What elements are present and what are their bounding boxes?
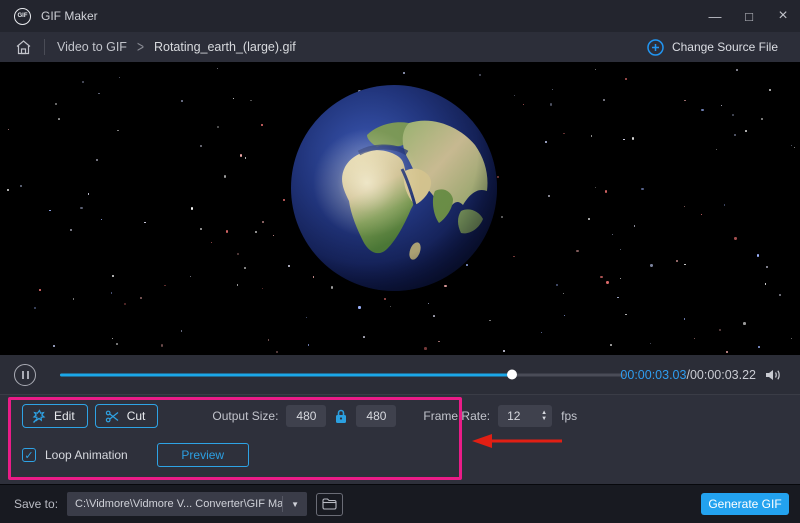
change-source-file-button[interactable]: Change Source File bbox=[647, 39, 778, 56]
gif-maker-window: GIF GIF Maker — □ × Video to GIF > Rotat… bbox=[0, 0, 800, 523]
footer-bar: Save to: C:\Vidmore\Vidmore V... Convert… bbox=[0, 484, 800, 523]
app-logo-icon: GIF bbox=[14, 8, 31, 25]
time-display: 00:00:03.03/00:00:03.22 bbox=[620, 368, 756, 382]
folder-icon bbox=[322, 498, 337, 510]
slider-progress bbox=[60, 373, 512, 376]
save-path-value[interactable]: C:\Vidmore\Vidmore V... Converter\GIF Ma… bbox=[67, 498, 282, 510]
lock-aspect-icon[interactable] bbox=[335, 409, 347, 424]
close-button[interactable]: × bbox=[766, 7, 800, 25]
seek-slider[interactable] bbox=[60, 369, 625, 380]
generate-gif-button[interactable]: Generate GIF bbox=[701, 493, 789, 515]
output-size-label: Output Size: bbox=[212, 409, 278, 423]
current-time: 00:00:03.03 bbox=[620, 368, 686, 382]
path-dropdown-icon[interactable]: ▼ bbox=[283, 500, 307, 509]
volume-icon[interactable] bbox=[764, 367, 782, 383]
loop-animation-checkbox[interactable]: ✓ bbox=[22, 448, 36, 462]
save-to-label: Save to: bbox=[14, 497, 58, 511]
total-time: 00:00:03.22 bbox=[690, 368, 756, 382]
edit-button[interactable]: Edit bbox=[22, 404, 88, 428]
preview-button[interactable]: Preview bbox=[157, 443, 249, 467]
plus-circle-icon bbox=[647, 39, 664, 56]
cut-label: Cut bbox=[127, 409, 146, 423]
breadcrumb-bar: Video to GIF > Rotating_earth_(large).gi… bbox=[0, 32, 800, 62]
open-folder-button[interactable] bbox=[316, 493, 343, 516]
breadcrumb-divider bbox=[44, 39, 45, 55]
cut-button[interactable]: Cut bbox=[95, 404, 159, 428]
home-icon[interactable] bbox=[15, 39, 32, 56]
breadcrumb-filename: Rotating_earth_(large).gif bbox=[154, 40, 296, 54]
app-title: GIF Maker bbox=[41, 9, 98, 23]
scissors-icon bbox=[105, 409, 120, 424]
frame-rate-label: Frame Rate: bbox=[423, 409, 490, 423]
checkmark-icon: ✓ bbox=[24, 449, 33, 462]
change-source-file-label: Change Source File bbox=[672, 40, 778, 54]
pause-button[interactable] bbox=[14, 364, 36, 386]
breadcrumb-section[interactable]: Video to GIF bbox=[57, 40, 127, 54]
frame-rate-input[interactable]: 12 bbox=[498, 405, 536, 427]
player-controls-bar: 00:00:03.03/00:00:03.22 bbox=[0, 355, 800, 395]
app-logo-text: GIF bbox=[18, 13, 28, 19]
output-width-input[interactable]: 480 bbox=[286, 405, 326, 427]
magic-wand-icon bbox=[32, 409, 47, 424]
red-arrow-annotation bbox=[466, 431, 568, 451]
output-height-input[interactable]: 480 bbox=[356, 405, 396, 427]
slider-thumb[interactable] bbox=[507, 370, 517, 380]
maximize-button[interactable]: □ bbox=[732, 9, 766, 24]
window-controls: — □ × bbox=[698, 7, 800, 25]
fps-unit-label: fps bbox=[561, 409, 577, 423]
settings-row-2: ✓ Loop Animation Preview bbox=[22, 443, 249, 467]
loop-animation-label: Loop Animation bbox=[45, 448, 128, 462]
minimize-button[interactable]: — bbox=[698, 9, 732, 24]
title-bar: GIF GIF Maker — □ × bbox=[0, 0, 800, 32]
settings-panel: Edit Cut Output Size: 480 480 F bbox=[0, 395, 800, 484]
settings-row-1: Edit Cut Output Size: 480 480 F bbox=[22, 403, 577, 429]
edit-label: Edit bbox=[54, 409, 75, 423]
chevron-right-icon: > bbox=[137, 38, 144, 56]
save-path-field[interactable]: C:\Vidmore\Vidmore V... Converter\GIF Ma… bbox=[67, 492, 307, 516]
frame-rate-stepper[interactable]: ▲ ▼ bbox=[536, 405, 552, 427]
stepper-down-icon[interactable]: ▼ bbox=[541, 416, 547, 422]
video-preview bbox=[0, 62, 800, 355]
earth-globe-image bbox=[289, 83, 499, 293]
